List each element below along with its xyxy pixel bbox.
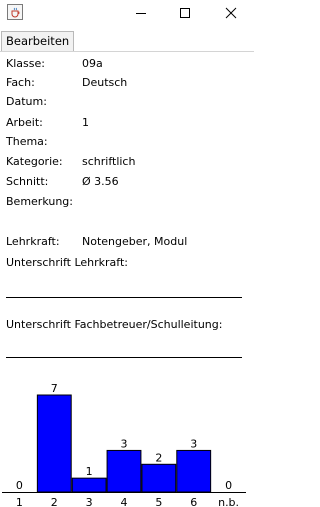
detail-value: 09a [82, 57, 103, 70]
data-label-grade-2: 7 [51, 382, 58, 395]
tick-label-3: 3 [86, 496, 93, 507]
tick-label-6: 6 [190, 496, 197, 507]
java-cup-icon[interactable] [7, 4, 23, 20]
teacher-signature-label: Unterschrift Lehrkraft: [6, 256, 128, 269]
detail-value: Ø 3.56 [82, 175, 119, 188]
tick-label-5: 5 [155, 496, 162, 507]
detail-label: Schnitt: [6, 175, 49, 188]
detail-value: Deutsch [82, 76, 128, 89]
grade-distribution-chart: 0 7 1 3 2 3 0 1 2 3 4 5 6 n.b. [2, 382, 246, 507]
detail-label: Kategorie: [6, 155, 63, 168]
title-bar [0, 0, 254, 26]
bar-grade-2 [36, 394, 72, 493]
detail-value: schriftlich [82, 155, 136, 168]
minimize-button[interactable] [124, 0, 158, 26]
teacher-value: Notengeber, Modul [82, 235, 188, 248]
head-signature-label: Unterschrift Fachbetreuer/Schulleitung: [6, 318, 223, 331]
detail-label: Bemerkung: [6, 195, 73, 208]
tick-label-n.b.: n.b. [218, 496, 239, 507]
data-label-grade-3: 1 [86, 465, 93, 478]
bar-grade-3 [71, 477, 107, 493]
maximize-icon [180, 8, 190, 18]
menu-bar: Bearbeiten [0, 26, 254, 52]
minimize-icon [136, 13, 146, 14]
data-label-grade-4: 3 [121, 437, 128, 450]
tick-label-2: 2 [51, 496, 58, 507]
bar-grade-5 [141, 463, 177, 493]
menu-bearbeiten[interactable]: Bearbeiten [1, 31, 75, 51]
teacher-signature-line [6, 297, 242, 298]
tick-label-1: 1 [16, 496, 23, 507]
maximize-button[interactable] [168, 0, 202, 26]
close-icon [225, 7, 237, 19]
tick-label-4: 4 [121, 496, 128, 507]
detail-label: Fach: [6, 76, 35, 89]
detail-label: Datum: [6, 95, 47, 108]
detail-label: Thema: [6, 135, 48, 148]
teacher-label: Lehrkraft: [6, 235, 60, 248]
bar-grade-6 [176, 449, 212, 493]
detail-value: 1 [82, 116, 89, 129]
data-label-grade-5: 2 [155, 451, 162, 464]
detail-label: Klasse: [6, 57, 45, 70]
bar-grade-4 [106, 449, 142, 493]
data-label-grade-1: 0 [16, 479, 23, 492]
grade-report-panel: Klasse: 09a Fach: Deutsch Datum: Arbeit:… [0, 52, 254, 507]
close-button[interactable] [214, 0, 248, 26]
data-label-grade-6: 3 [190, 437, 197, 450]
detail-label: Arbeit: [6, 116, 43, 129]
data-label-grade-n.b.: 0 [225, 479, 232, 492]
head-signature-line [6, 357, 242, 358]
